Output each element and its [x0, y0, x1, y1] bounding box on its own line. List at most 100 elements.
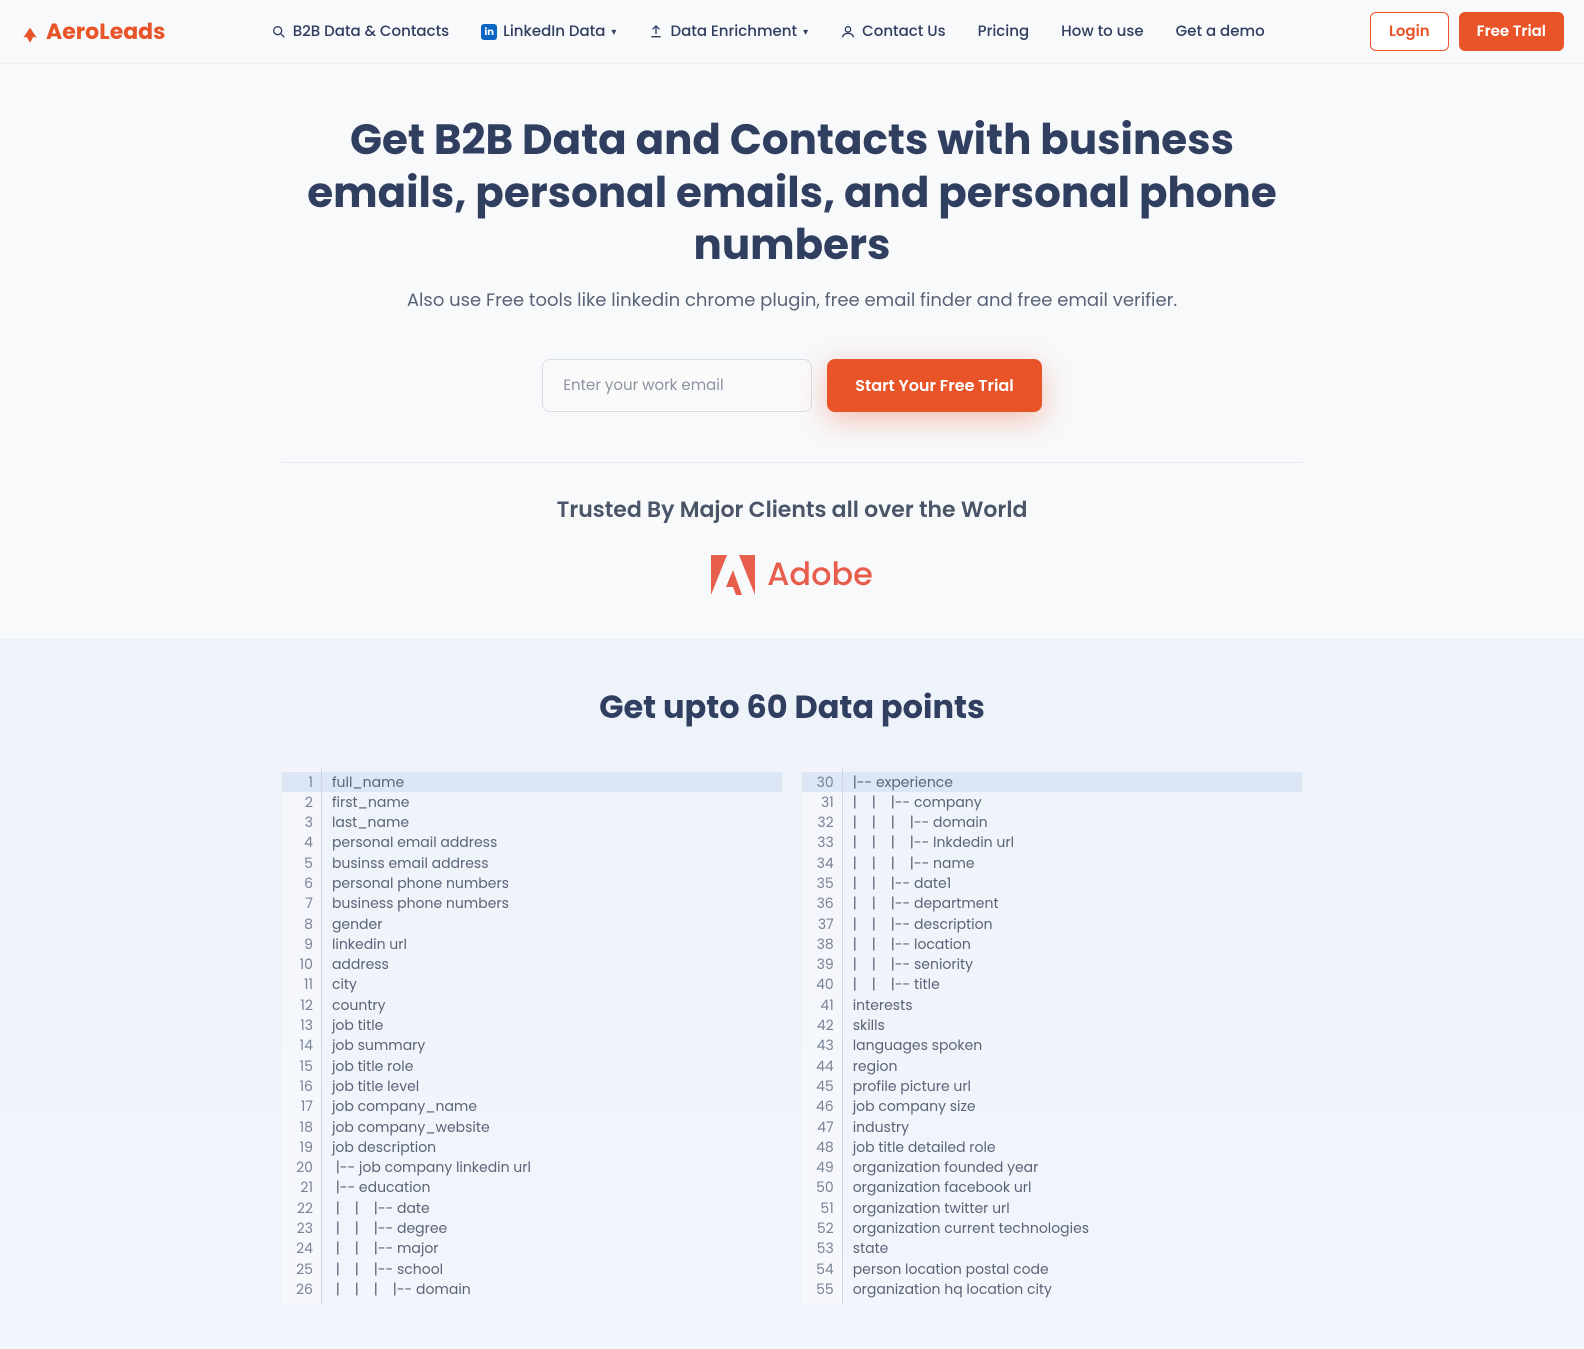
nav-label: Get a demo [1176, 20, 1265, 43]
search-icon [271, 24, 287, 40]
code-line: | | |-- date [332, 1198, 772, 1218]
code-line: business phone numbers [332, 893, 772, 913]
line-number: 25 [296, 1259, 313, 1279]
code-line: |-- experience [843, 772, 1302, 792]
adobe-icon [711, 555, 755, 595]
line-number: 55 [816, 1279, 834, 1299]
hero-section: Get B2B Data and Contacts with business … [0, 64, 1584, 639]
line-number: 39 [816, 954, 834, 974]
nav-label: Data Enrichment [670, 20, 797, 43]
upload-icon [648, 24, 664, 40]
code-line: organization twitter url [853, 1198, 1292, 1218]
free-trial-button[interactable]: Free Trial [1459, 12, 1564, 51]
code-line: | | | |-- lnkdedin url [853, 832, 1292, 852]
nav-data-enrichment[interactable]: Data Enrichment ▾ [648, 20, 808, 43]
nav-get-demo[interactable]: Get a demo [1176, 20, 1265, 43]
code-line: | | | |-- name [853, 853, 1292, 873]
line-number: 2 [296, 792, 313, 812]
code-line: businss email address [332, 853, 772, 873]
nav-pricing[interactable]: Pricing [978, 20, 1030, 43]
nav-linkedin-data[interactable]: in LinkedIn Data ▾ [481, 20, 616, 43]
code-line: state [853, 1238, 1292, 1258]
email-form: Start Your Free Trial [20, 359, 1564, 412]
nav-label: Contact Us [862, 20, 946, 43]
code-line: job company_website [332, 1117, 772, 1137]
data-points-title: Get upto 60 Data points [20, 684, 1564, 732]
code-line: job title detailed role [853, 1137, 1292, 1157]
code-line: organization hq location city [853, 1279, 1292, 1299]
hero-title: Get B2B Data and Contacts with business … [292, 114, 1292, 272]
code-line: | | |-- degree [332, 1218, 772, 1238]
code-line: interests [853, 995, 1292, 1015]
code-line: job description [332, 1137, 772, 1157]
code-line: profile picture url [853, 1076, 1292, 1096]
code-line: organization facebook url [853, 1177, 1292, 1197]
line-number: 20 [296, 1157, 313, 1177]
code-line: | | |-- school [332, 1259, 772, 1279]
line-number: 13 [296, 1015, 313, 1035]
line-number: 6 [296, 873, 313, 893]
line-number: 17 [296, 1096, 313, 1116]
line-number: 35 [816, 873, 834, 893]
code-line: | | | |-- domain [332, 1279, 772, 1299]
nav-how-to-use[interactable]: How to use [1061, 20, 1143, 43]
nav-contact-us[interactable]: Contact Us [840, 20, 946, 43]
line-number: 15 [296, 1056, 313, 1076]
client-name: Adobe [767, 551, 873, 599]
nav-label: B2B Data & Contacts [293, 20, 449, 43]
code-line: personal phone numbers [332, 873, 772, 893]
line-number: 48 [816, 1137, 834, 1157]
code-column-right: 3031323334353637383940414243444546474849… [802, 767, 1302, 1305]
code-line: last_name [332, 812, 772, 832]
line-number: 46 [816, 1096, 834, 1116]
line-number: 36 [816, 893, 834, 913]
line-number: 24 [296, 1238, 313, 1258]
nav-label: How to use [1061, 20, 1143, 43]
line-number: 10 [296, 954, 313, 974]
client-logo-adobe: Adobe [20, 551, 1564, 599]
line-numbers-right: 3031323334353637383940414243444546474849… [802, 767, 843, 1305]
nav-right: Login Free Trial [1370, 12, 1564, 51]
line-number: 9 [296, 934, 313, 954]
line-number: 21 [296, 1177, 313, 1197]
line-number: 23 [296, 1218, 313, 1238]
code-line: | | |-- major [332, 1238, 772, 1258]
nav-label: LinkedIn Data [503, 20, 605, 43]
email-input[interactable] [542, 359, 812, 412]
linkedin-icon: in [481, 24, 497, 40]
line-number: 26 [296, 1279, 313, 1299]
code-lines-left: full_namefirst_namelast_namepersonal ema… [322, 767, 782, 1305]
line-number: 3 [296, 812, 313, 832]
line-number: 14 [296, 1035, 313, 1055]
line-number: 34 [816, 853, 834, 873]
code-line: | | |-- title [853, 974, 1292, 994]
code-line: person location postal code [853, 1259, 1292, 1279]
code-column-left: 1234567891011121314151617181920212223242… [282, 767, 782, 1305]
line-numbers-left: 1234567891011121314151617181920212223242… [282, 767, 322, 1305]
line-number: 38 [816, 934, 834, 954]
code-line: | | | |-- domain [853, 812, 1292, 832]
line-number: 44 [816, 1056, 834, 1076]
code-line: languages spoken [853, 1035, 1292, 1055]
data-points-section: Get upto 60 Data points 1234567891011121… [0, 639, 1584, 1349]
line-number: 12 [296, 995, 313, 1015]
line-number: 37 [816, 914, 834, 934]
code-line: job company size [853, 1096, 1292, 1116]
brand-logo[interactable]: AeroLeads [20, 15, 165, 48]
start-trial-button[interactable]: Start Your Free Trial [827, 359, 1041, 412]
code-line: | | |-- department [853, 893, 1292, 913]
code-line: industry [853, 1117, 1292, 1137]
nav-b2b-data[interactable]: B2B Data & Contacts [271, 20, 449, 43]
line-number: 31 [816, 792, 834, 812]
person-icon [840, 24, 856, 40]
line-number: 43 [816, 1035, 834, 1055]
line-number: 4 [296, 832, 313, 852]
line-number: 7 [296, 893, 313, 913]
brand-name: AeroLeads [46, 15, 165, 48]
nav-label: Pricing [978, 20, 1030, 43]
line-number: 16 [296, 1076, 313, 1096]
line-number: 54 [816, 1259, 834, 1279]
code-line: gender [332, 914, 772, 934]
login-button[interactable]: Login [1370, 12, 1449, 51]
line-number: 51 [816, 1198, 834, 1218]
